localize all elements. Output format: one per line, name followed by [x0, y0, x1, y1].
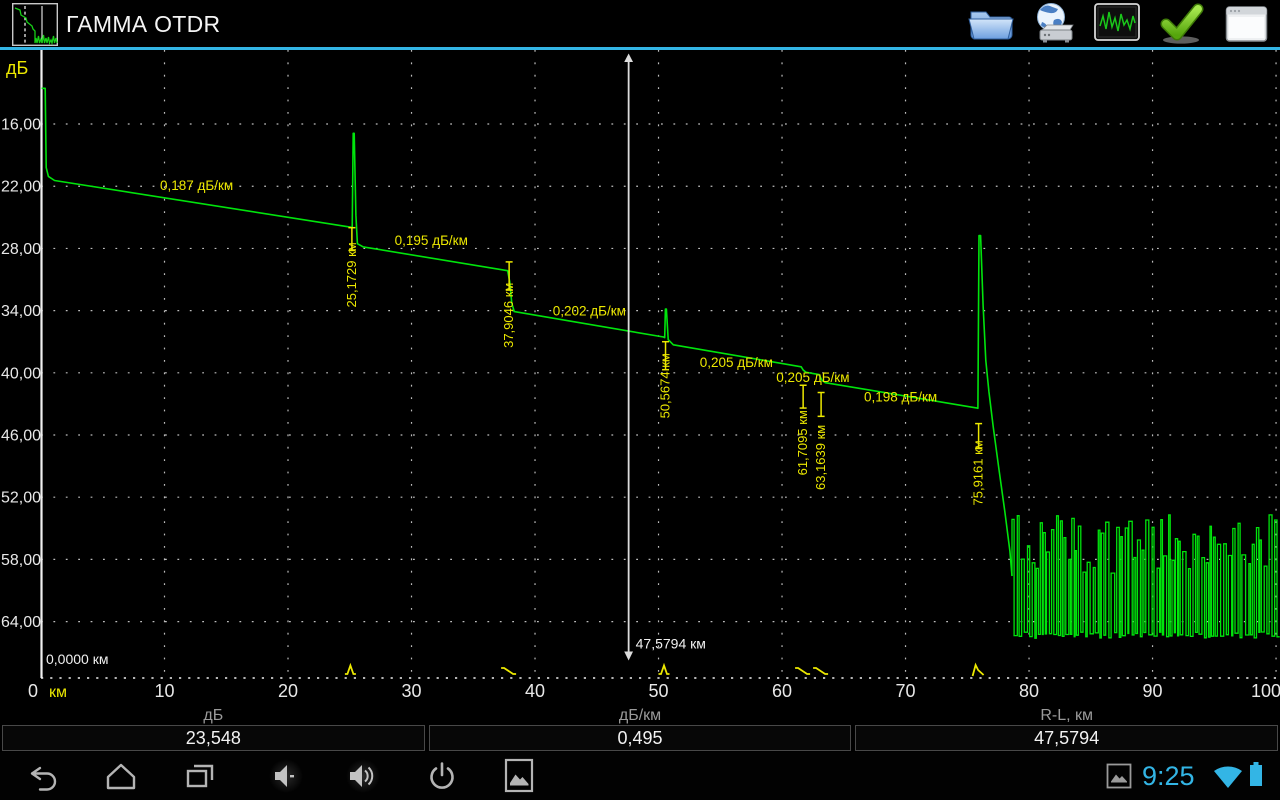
open-folder-button[interactable]	[966, 0, 1016, 47]
svg-text:0,187 дБ/км: 0,187 дБ/км	[160, 178, 233, 193]
svg-text:75,9161 км: 75,9161 км	[971, 440, 986, 505]
system-navbar: 9:25	[0, 752, 1280, 800]
recents-button[interactable]	[183, 752, 217, 800]
svg-text:60: 60	[772, 681, 792, 701]
svg-text:50: 50	[649, 681, 669, 701]
volume-up-button[interactable]	[345, 752, 381, 800]
screenshot-button[interactable]	[501, 752, 537, 800]
rl-value[interactable]: 47,5794	[855, 725, 1279, 751]
measure-col-rl: R-L, км 47,5794	[853, 706, 1280, 752]
svg-text:0,0000 км: 0,0000 км	[46, 651, 108, 667]
svg-text:80: 80	[1019, 681, 1039, 701]
svg-text:10: 10	[154, 681, 174, 701]
action-bar: ГАММА OTDR	[0, 0, 1280, 47]
dbkm-header: дБ/км	[618, 707, 662, 724]
trace-view-icon	[1094, 3, 1140, 41]
volume-down-button[interactable]	[268, 752, 304, 800]
dbkm-value[interactable]: 0,495	[428, 725, 852, 751]
power-icon	[430, 762, 454, 789]
network-device-button[interactable]	[1032, 0, 1080, 47]
svg-text:0,202 дБ/км: 0,202 дБ/км	[553, 304, 626, 319]
svg-text:0: 0	[28, 681, 38, 701]
checkmark-icon	[1160, 3, 1204, 44]
recents-icon	[186, 764, 214, 788]
home-button[interactable]	[104, 752, 138, 800]
svg-text:28,00: 28,00	[1, 241, 41, 258]
svg-text:52,00: 52,00	[1, 490, 41, 507]
svg-text:37,9046 км: 37,9046 км	[501, 283, 516, 348]
svg-text:64,00: 64,00	[1, 614, 41, 631]
db-value[interactable]: 23,548	[2, 725, 425, 751]
wifi-icon[interactable]	[1212, 761, 1244, 791]
db-header: дБ	[203, 707, 224, 724]
open-folder-icon	[968, 11, 1014, 40]
svg-text:46,00: 46,00	[1, 428, 41, 445]
screenshot-icon	[504, 758, 534, 793]
home-icon	[106, 763, 136, 790]
measure-col-db: дБ 23,548	[0, 706, 427, 752]
confirm-button[interactable]	[1155, 0, 1207, 47]
otdr-trace-plot[interactable]: дБ 16,00 22,00 28,00 34,00 40,00 46,00 52,00 58,…	[0, 50, 1280, 706]
svg-text:22,00: 22,00	[1, 179, 41, 196]
svg-text:16,00: 16,00	[1, 117, 41, 134]
status-clock[interactable]: 9:25	[1142, 760, 1214, 792]
power-button[interactable]	[425, 752, 459, 800]
new-window-button[interactable]	[1225, 0, 1269, 47]
svg-text:90: 90	[1143, 681, 1163, 701]
svg-text:40,00: 40,00	[1, 365, 41, 382]
back-button[interactable]	[26, 752, 60, 800]
network-device-icon	[1037, 3, 1074, 43]
image-notification-icon[interactable]	[1106, 763, 1132, 789]
back-icon	[30, 766, 57, 791]
app-logo-icon	[12, 3, 58, 46]
volume-up-icon	[346, 759, 380, 793]
svg-text:30: 30	[401, 681, 421, 701]
svg-text:0,195 дБ/км: 0,195 дБ/км	[395, 233, 468, 248]
svg-text:58,00: 58,00	[1, 552, 41, 569]
svg-text:0,198 дБ/км: 0,198 дБ/км	[864, 390, 937, 405]
svg-text:100: 100	[1251, 681, 1280, 701]
svg-text:0,205 дБ/км: 0,205 дБ/км	[776, 370, 849, 385]
window-icon	[1225, 6, 1268, 42]
svg-text:0,205 дБ/км: 0,205 дБ/км	[700, 355, 773, 370]
svg-text:дБ: дБ	[6, 58, 28, 78]
app-screen: ГАММА OTDR дБ 16,00 22,00 28,00 34,00 40…	[0, 0, 1280, 800]
svg-text:61,7095 км: 61,7095 км	[795, 410, 810, 475]
svg-text:20: 20	[278, 681, 298, 701]
svg-text:км: км	[49, 684, 67, 701]
rl-header: R-L, км	[1040, 707, 1094, 724]
svg-text:34,00: 34,00	[1, 303, 41, 320]
app-title: ГАММА OTDR	[66, 11, 221, 37]
svg-text:63,1639 км: 63,1639 км	[813, 425, 828, 490]
measurement-bar: дБ 23,548 дБ/км 0,495 R-L, км 47,5794	[0, 706, 1280, 752]
svg-text:70: 70	[896, 681, 916, 701]
battery-icon[interactable]	[1247, 759, 1265, 791]
otdr-chart-area[interactable]: дБ 16,00 22,00 28,00 34,00 40,00 46,00 52,00 58,…	[0, 50, 1280, 706]
trace-view-button[interactable]	[1093, 0, 1141, 47]
svg-text:50,5674 км: 50,5674 км	[658, 353, 673, 418]
svg-text:47,5794 км: 47,5794 км	[636, 636, 706, 652]
svg-text:25,1729 км: 25,1729 км	[344, 242, 359, 307]
volume-down-icon	[269, 759, 303, 793]
svg-text:40: 40	[525, 681, 545, 701]
measure-col-dbkm: дБ/км 0,495	[427, 706, 854, 752]
